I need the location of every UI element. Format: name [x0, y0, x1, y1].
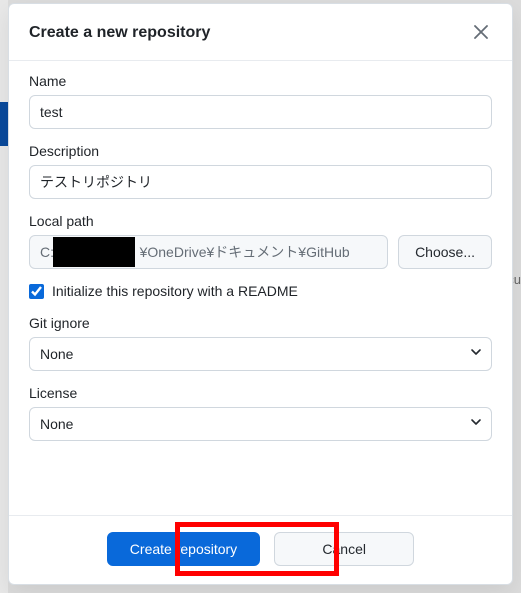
license-label: License	[29, 385, 492, 401]
create-repository-button[interactable]: Create repository	[107, 532, 260, 566]
description-input[interactable]	[29, 165, 492, 199]
create-repo-modal: Create a new repository Name Description…	[8, 3, 513, 585]
close-button[interactable]	[470, 20, 492, 46]
name-field: Name	[29, 73, 492, 129]
description-field: Description	[29, 143, 492, 199]
close-icon	[474, 23, 488, 43]
readme-checkbox-row: Initialize this repository with a README	[29, 283, 492, 299]
name-label: Name	[29, 73, 492, 89]
modal-footer: Create repository Cancel	[9, 515, 512, 584]
background-blue-stripe	[0, 102, 8, 146]
redacted-path-segment	[53, 237, 135, 267]
readme-checkbox-label: Initialize this repository with a README	[52, 283, 298, 299]
local-path-label: Local path	[29, 213, 492, 229]
modal-body: Name Description Local path Choose... In…	[9, 61, 512, 515]
description-label: Description	[29, 143, 492, 159]
git-ignore-select[interactable]: None	[29, 337, 492, 371]
git-ignore-label: Git ignore	[29, 315, 492, 331]
local-path-field: Local path Choose...	[29, 213, 492, 269]
license-select[interactable]: None	[29, 407, 492, 441]
background-edge	[0, 0, 8, 593]
modal-header: Create a new repository	[9, 4, 512, 61]
license-field: License None	[29, 385, 492, 441]
modal-title: Create a new repository	[29, 24, 210, 42]
cancel-button[interactable]: Cancel	[274, 532, 414, 566]
choose-path-button[interactable]: Choose...	[398, 235, 492, 269]
name-input[interactable]	[29, 95, 492, 129]
git-ignore-field: Git ignore None	[29, 315, 492, 371]
readme-checkbox[interactable]	[29, 284, 44, 299]
